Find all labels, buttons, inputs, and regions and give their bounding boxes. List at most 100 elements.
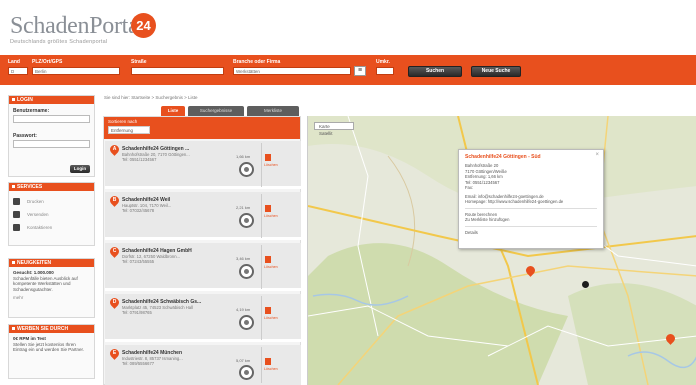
radius-input[interactable] <box>376 67 394 75</box>
info-window: × Schadenhilfe24 Göttingen - Süd Bahnhof… <box>458 149 604 249</box>
partner-box: WERBEN SIE DURCH 0€ RPM im Test Stellen … <box>8 324 95 379</box>
map-type-map[interactable]: Karte <box>315 123 334 130</box>
divider <box>261 143 262 187</box>
divider <box>261 296 262 340</box>
result-distance: 5,07 km <box>236 358 251 363</box>
divider <box>261 194 262 238</box>
result-phone: Tel: 07032/45678 <box>122 208 155 213</box>
info-homepage[interactable]: Homepage: http://www.schadenhilfe24-goet… <box>465 199 597 205</box>
login-title: LOGIN <box>9 96 94 104</box>
news-heading: Gesucht: 1.000.000 <box>13 270 54 275</box>
sidebar: LOGIN Benutzername: Passwort: Login SERV… <box>8 95 95 385</box>
trash-icon[interactable] <box>265 307 271 314</box>
tab-results[interactable]: Suchergebnisse <box>188 106 244 116</box>
service-send[interactable]: Versenden <box>9 208 94 221</box>
new-search-button[interactable]: Neue Suche <box>471 66 521 77</box>
delete-link[interactable]: Löschen <box>264 265 278 269</box>
list-item[interactable]: E Schadenhilfe24 München Industriestr. 8… <box>105 345 301 385</box>
result-distance: 4,19 km <box>236 307 251 312</box>
map-type-satellite[interactable]: Satellit <box>315 130 337 137</box>
mail-icon <box>13 211 20 218</box>
username-label: Benutzername: <box>13 108 50 114</box>
username-input[interactable] <box>13 115 90 123</box>
radius-label: Umkr. <box>376 59 390 65</box>
branch-label: Branche oder Firma <box>233 59 281 65</box>
service-contact[interactable]: Kontaktieren <box>9 221 94 234</box>
list-item[interactable]: C Schadenhilfe24 Hagen GmbH Dorfstr. 12,… <box>105 243 301 291</box>
result-phone: Tel: 0791/98765 <box>122 310 152 315</box>
filter-label: Sortieren nach <box>108 119 138 124</box>
map-marker-icon: A <box>108 143 121 156</box>
divider <box>261 245 262 289</box>
partner-heading: 0€ RPM im Test <box>13 336 46 341</box>
delete-link[interactable]: Löschen <box>264 316 278 320</box>
list-item[interactable]: B Schadenhilfe24 Weil Hauptstr. 104, 717… <box>105 192 301 240</box>
trash-icon[interactable] <box>265 205 271 212</box>
news-box: NEUIGKEITEN Gesucht: 1.000.000 Schadenfä… <box>8 258 95 318</box>
divider <box>465 207 597 209</box>
trash-icon[interactable] <box>265 256 271 263</box>
route-icon[interactable] <box>239 264 254 279</box>
service-print[interactable]: Drucken <box>9 195 94 208</box>
divider <box>261 347 262 383</box>
map-marker-icon: E <box>108 347 121 360</box>
filter-bar: Sortieren nach Entfernung <box>104 117 300 139</box>
delete-link[interactable]: Löschen <box>264 367 278 371</box>
map-marker-icon: C <box>108 245 121 258</box>
branch-input[interactable]: Werkstätten <box>233 67 351 75</box>
list-item[interactable]: A Schadenhilfe24 Göttingen ... Bahnhofst… <box>105 141 301 189</box>
news-title: NEUIGKEITEN <box>9 259 94 267</box>
news-more-link[interactable]: mehr <box>9 295 94 303</box>
info-watchlist-link[interactable]: Zu Merkliste hinzufügen <box>465 217 597 223</box>
breadcrumb: Sie sind hier: Startseite > Suchergebnis… <box>104 95 198 100</box>
tab-watchlist[interactable]: Merkliste <box>247 106 299 116</box>
route-icon[interactable] <box>239 162 254 177</box>
result-phone: Tel: 089/5556677 <box>122 361 155 366</box>
location-pin-icon[interactable] <box>582 281 589 288</box>
map-marker-icon: D <box>108 296 121 309</box>
print-icon <box>13 198 20 205</box>
results-list: Sortieren nach Entfernung A Schadenhilfe… <box>103 116 301 385</box>
result-phone: Tel: 0551/1234567 <box>122 157 157 162</box>
close-icon[interactable]: × <box>595 152 599 158</box>
result-distance: 2,21 km <box>236 205 251 210</box>
search-bar: Land D PLZ/Ort/GPS Berlin Straße Branche… <box>0 55 696 85</box>
partner-text: Stellen Sie jetzt kostenlos Ihren Eintra… <box>13 341 85 353</box>
logo-tagline: Deutschlands größtes Schadenportal <box>10 39 108 45</box>
sort-select[interactable]: Entfernung <box>108 126 150 134</box>
street-input[interactable] <box>131 67 224 75</box>
country-select[interactable]: D <box>8 67 28 75</box>
password-input[interactable] <box>13 140 90 148</box>
delete-link[interactable]: Löschen <box>264 163 278 167</box>
services-box: SERVICES Drucken Versenden Kontaktieren <box>8 182 95 246</box>
info-title: Schadenhilfe24 Göttingen - Süd <box>465 154 541 160</box>
trash-icon[interactable] <box>265 154 271 161</box>
login-box: LOGIN Benutzername: Passwort: Login <box>8 95 95 177</box>
list-item[interactable]: D Schadenhilfe24 Schwäbisch Gs... Marktp… <box>105 294 301 342</box>
route-icon[interactable] <box>239 315 254 330</box>
location-input[interactable]: Berlin <box>32 67 120 75</box>
map-marker-icon: B <box>108 194 121 207</box>
country-label: Land <box>8 59 20 65</box>
route-icon[interactable] <box>239 365 254 380</box>
result-distance: 3,46 km <box>236 256 251 261</box>
services-title: SERVICES <box>9 183 94 191</box>
map-type-control[interactable]: KarteSatellit <box>314 122 354 136</box>
logo-badge: 24 <box>131 13 156 38</box>
route-icon[interactable] <box>239 213 254 228</box>
login-button[interactable]: Login <box>70 165 90 173</box>
map[interactable]: KarteSatellit × Schadenhilfe24 Göttingen… <box>307 116 696 385</box>
result-phone: Tel: 07243/55555 <box>122 259 155 264</box>
delete-link[interactable]: Löschen <box>264 214 278 218</box>
search-button[interactable]: Suchen <box>408 66 462 77</box>
list-icon[interactable]: ≡ <box>354 66 366 76</box>
news-text: Schadenfälle bieten Ausblick auf kompete… <box>13 275 78 292</box>
logo-name-schaden: Schaden <box>10 13 90 39</box>
location-label: PLZ/Ort/GPS <box>32 59 63 65</box>
logo[interactable]: SchadenPortal 24 Deutschlands größtes Sc… <box>10 13 156 48</box>
divider <box>465 225 597 227</box>
trash-icon[interactable] <box>265 358 271 365</box>
partner-title: WERBEN SIE DURCH <box>9 325 94 333</box>
tab-list[interactable]: Liste <box>161 106 185 116</box>
info-details-link[interactable]: Details <box>465 230 597 236</box>
